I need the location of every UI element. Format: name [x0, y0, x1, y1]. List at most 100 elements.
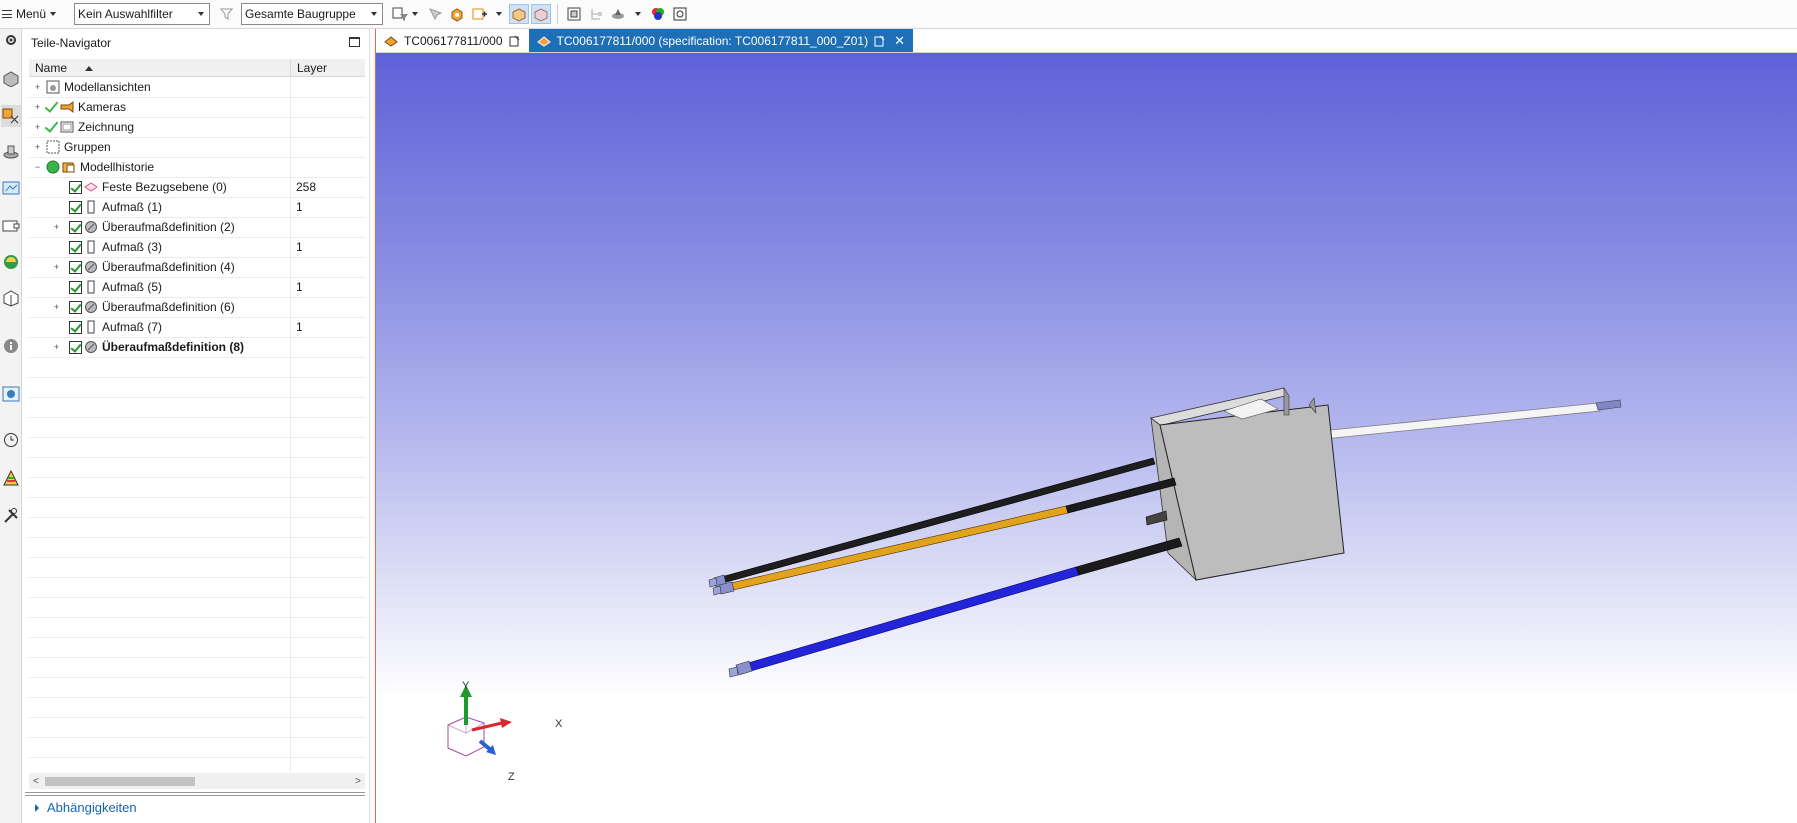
gear-icon[interactable] — [1, 29, 21, 51]
close-icon[interactable]: ✕ — [894, 33, 905, 49]
scroll-left-icon[interactable]: < — [33, 776, 39, 787]
visibility-checkbox[interactable] — [69, 201, 82, 214]
column-header-layer[interactable]: Layer — [291, 59, 327, 77]
model-views-icon — [46, 80, 60, 94]
panel-divider[interactable] — [25, 792, 365, 796]
expand-icon[interactable]: + — [53, 263, 60, 272]
type-filter-icon[interactable] — [391, 4, 411, 24]
wireframe-view-icon[interactable] — [531, 4, 552, 24]
graphics-window[interactable]: Y X Z — [376, 53, 1797, 823]
web-browser-icon[interactable] — [1, 215, 21, 237]
tree-row[interactable]: + Zeichnung — [29, 118, 365, 138]
filter-reset-icon[interactable] — [217, 4, 237, 24]
selection-filter-select[interactable]: Kein Auswahlfilter — [74, 3, 211, 25]
constraint-navigator-icon[interactable] — [1, 141, 21, 163]
visibility-checkbox[interactable] — [69, 301, 82, 314]
tree-item-label: Aufmaß (3) — [102, 240, 163, 254]
fit-view-icon[interactable] — [564, 4, 584, 24]
expand-icon[interactable]: + — [34, 143, 41, 152]
chevron-down-icon[interactable] — [635, 12, 642, 16]
layer-value — [291, 158, 296, 177]
select-all-icon[interactable] — [425, 4, 445, 24]
scope-filter-select[interactable]: Gesamte Baugruppe — [241, 3, 384, 25]
column-header-name[interactable]: Name — [29, 59, 291, 77]
tree-row[interactable]: + Überaufmaßdefinition (6) — [29, 298, 365, 318]
tree-header: Name Layer — [29, 59, 365, 77]
assembly-tree-icon[interactable] — [586, 4, 606, 24]
collapse-icon[interactable]: − — [34, 163, 41, 172]
maximize-icon[interactable] — [349, 37, 360, 47]
column-layer-label: Layer — [297, 61, 328, 75]
visibility-checkbox[interactable] — [69, 321, 82, 334]
camera-view-icon[interactable] — [670, 4, 690, 24]
layer-value — [291, 258, 296, 277]
expand-icon[interactable]: + — [53, 223, 60, 232]
tree-row[interactable]: Aufmaß (5) 1 — [29, 278, 365, 298]
panel-splitter[interactable] — [369, 29, 377, 823]
expand-icon[interactable]: + — [34, 103, 41, 112]
menu-button[interactable]: Menü — [0, 2, 62, 26]
tree-item-label: Überaufmaßdefinition (4) — [102, 260, 235, 274]
visible-check-icon[interactable] — [44, 119, 58, 135]
part-file-icon — [384, 35, 398, 47]
panel-title-bar: Teile-Navigator — [25, 32, 365, 54]
reuse-library-icon[interactable] — [1, 177, 21, 199]
scrollbar-thumb[interactable] — [45, 777, 195, 786]
tree-row[interactable]: + Modellansichten — [29, 78, 365, 98]
scroll-right-icon[interactable]: > — [355, 776, 361, 787]
tree-item-label: Modellhistorie — [80, 160, 155, 174]
dependencies-section[interactable]: Abhängigkeiten — [35, 800, 137, 815]
visibility-checkbox[interactable] — [69, 221, 82, 234]
tree-row[interactable]: − Modellhistorie — [29, 158, 365, 178]
process-studio-icon[interactable] — [1, 383, 21, 405]
history-palette-icon[interactable] — [1, 251, 21, 273]
tree-item-label: Feste Bezugsebene (0) — [102, 180, 227, 194]
history-clock-icon[interactable] — [1, 429, 21, 451]
tree-row[interactable]: + Überaufmaßdefinition (4) — [29, 258, 365, 278]
axis-z-label: Z — [508, 771, 515, 783]
expand-icon[interactable]: + — [53, 303, 60, 312]
chevron-down-icon[interactable] — [412, 12, 419, 16]
part-file-icon — [536, 35, 551, 47]
tab-specification[interactable]: TC006177811/000 (specification: TC006177… — [528, 29, 913, 52]
drawing-icon — [60, 121, 74, 133]
column-name-label: Name — [35, 61, 68, 75]
part-navigator-icon[interactable] — [1, 105, 21, 127]
snap-point-icon[interactable] — [469, 4, 489, 24]
roles-palette-icon[interactable] — [1, 467, 21, 489]
tree-row[interactable]: Feste Bezugsebene (0) 258 — [29, 178, 365, 198]
camera-icon — [60, 101, 74, 113]
info-icon[interactable] — [1, 335, 21, 357]
tree-empty-area — [29, 358, 365, 778]
assembly-navigator-icon[interactable] — [1, 67, 21, 89]
visibility-checkbox[interactable] — [69, 181, 82, 194]
color-palette-icon[interactable] — [648, 4, 668, 24]
chevron-down-icon — [50, 12, 57, 16]
tree-row[interactable]: Aufmaß (3) 1 — [29, 238, 365, 258]
render-style-icon[interactable] — [608, 4, 628, 24]
tree-row[interactable]: + Überaufmaßdefinition (2) — [29, 218, 365, 238]
visibility-checkbox[interactable] — [69, 341, 82, 354]
tree-row[interactable]: Aufmaß (7) 1 — [29, 318, 365, 338]
expand-icon[interactable]: + — [34, 123, 41, 132]
visibility-checkbox[interactable] — [69, 281, 82, 294]
expand-icon[interactable]: + — [34, 83, 41, 92]
tree-row[interactable]: + Kameras — [29, 98, 365, 118]
modified-icon — [874, 35, 885, 46]
tree-row[interactable]: + Gruppen — [29, 138, 365, 158]
shaded-view-icon[interactable] — [509, 4, 530, 24]
tree-row[interactable]: Aufmaß (1) 1 — [29, 198, 365, 218]
snap-box-icon[interactable] — [447, 4, 467, 24]
layer-value — [291, 98, 296, 117]
horizontal-scrollbar[interactable]: < > — [29, 773, 365, 789]
chevron-down-icon[interactable] — [496, 12, 503, 16]
model-render — [708, 386, 1622, 678]
visible-check-icon[interactable] — [44, 99, 58, 115]
visibility-checkbox[interactable] — [69, 241, 82, 254]
visibility-checkbox[interactable] — [69, 261, 82, 274]
tree-row[interactable]: + Überaufmaßdefinition (8) — [29, 338, 365, 358]
system-materials-icon[interactable] — [1, 287, 21, 309]
expand-icon[interactable]: + — [53, 343, 60, 352]
tools-icon[interactable] — [1, 505, 21, 527]
tab-part[interactable]: TC006177811/000 — [376, 29, 529, 52]
